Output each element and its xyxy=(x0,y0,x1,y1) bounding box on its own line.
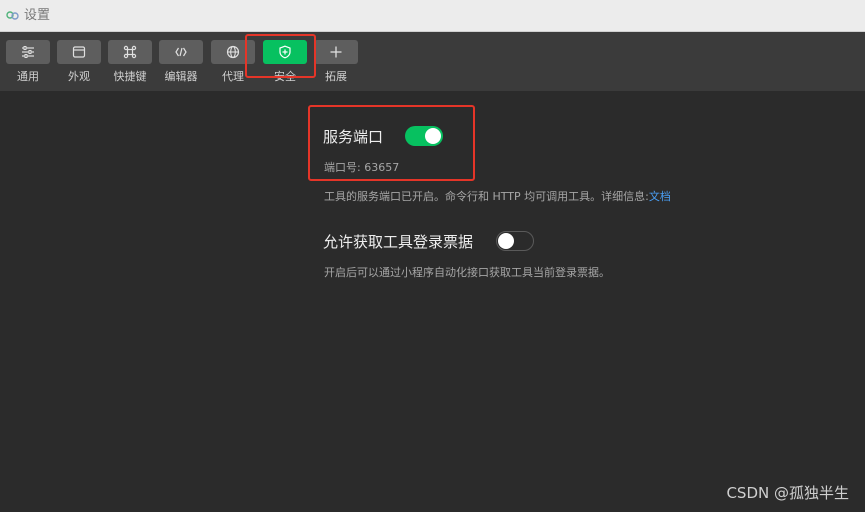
tab-shortcuts-button[interactable] xyxy=(108,40,152,64)
tab-shortcuts[interactable]: 快捷键 xyxy=(108,40,152,88)
app-logo-icon xyxy=(6,11,19,20)
security-tab-highlight xyxy=(245,34,316,78)
tab-appearance[interactable]: 外观 xyxy=(57,40,101,88)
code-brackets-icon xyxy=(175,47,187,57)
service-port-description-text: 工具的服务端口已开启。命令行和 HTTP 均可调用工具。详细信息: xyxy=(324,190,649,203)
command-key-icon xyxy=(123,45,137,59)
service-port-title: 服务端口 xyxy=(323,128,384,146)
tab-editor-label: 编辑器 xyxy=(164,70,198,83)
port-number-value: 63657 xyxy=(364,161,400,174)
toggle-knob xyxy=(425,128,441,144)
tab-extensions[interactable]: 拓展 xyxy=(314,40,358,88)
tab-appearance-button[interactable] xyxy=(57,40,101,64)
tab-editor[interactable]: 编辑器 xyxy=(159,40,203,88)
toggle-knob xyxy=(498,233,514,249)
window-icon xyxy=(72,46,86,58)
login-ticket-title: 允许获取工具登录票据 xyxy=(323,233,474,251)
login-ticket-description: 开启后可以通过小程序自动化接口获取工具当前登录票据。 xyxy=(324,266,610,279)
globe-icon xyxy=(226,45,240,59)
tab-editor-button[interactable] xyxy=(159,40,203,64)
service-port-description: 工具的服务端口已开启。命令行和 HTTP 均可调用工具。详细信息:文档 xyxy=(324,189,671,205)
window-title: 设置 xyxy=(24,8,51,23)
sliders-icon xyxy=(22,46,34,58)
settings-toolbar: 通用 外观 快捷键 编辑器 代理 安全 拓展 xyxy=(0,32,865,91)
docs-link[interactable]: 文档 xyxy=(649,190,671,203)
port-number: 端口号: 63657 xyxy=(324,160,399,176)
tab-general-button[interactable] xyxy=(6,40,50,64)
login-ticket-toggle[interactable] xyxy=(496,231,534,251)
tab-general[interactable]: 通用 xyxy=(6,40,50,88)
service-port-toggle[interactable] xyxy=(405,126,443,146)
port-number-label: 端口号: xyxy=(324,161,361,174)
tab-extensions-button[interactable] xyxy=(314,40,358,64)
watermark: CSDN @孤独半生 xyxy=(726,484,849,502)
title-bar: 设置 xyxy=(0,0,865,32)
plus-icon xyxy=(330,46,342,58)
